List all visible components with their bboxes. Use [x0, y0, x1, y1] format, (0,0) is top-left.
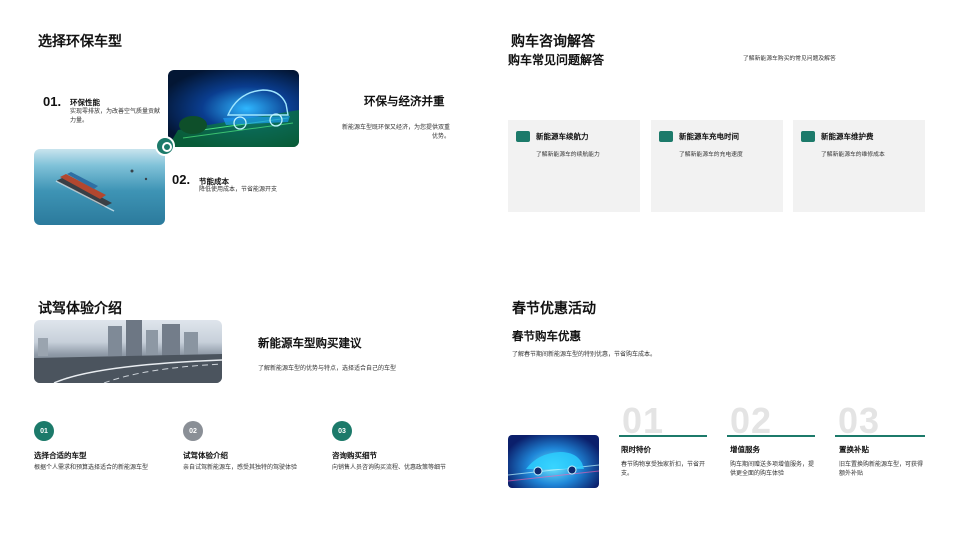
card-title: 新能源车充电时间	[679, 132, 739, 141]
item-number: 01.	[43, 94, 62, 109]
card-title: 新能源车续航力	[536, 132, 589, 141]
offer-divider	[619, 435, 707, 437]
step-desc: 亲自试驾新能源车，感受其独特的驾驶体验	[183, 465, 298, 471]
slide-eco-models: 选择环保车型 01. 环保性能 实现零排放，为改善空气质量贡献力量。 02. 节…	[0, 0, 480, 274]
slide-spring-festival: 春节优惠活动 春节购车优惠 了解春节期间新能源车型的特别优惠，节省购车成本。 0…	[480, 274, 960, 548]
promo-heading: 春节购车优惠	[512, 331, 581, 343]
promo-desc: 了解春节期间新能源车型的特别优惠，节省购车成本。	[512, 352, 657, 358]
offer-title: 限时特价	[621, 445, 651, 454]
step-title: 选择合适的车型	[34, 451, 87, 460]
slide-title: 购车咨询解答	[511, 33, 595, 49]
step-number: 02	[183, 421, 203, 441]
right-heading: 环保与经济并重	[364, 96, 445, 108]
electric-car-image	[168, 70, 299, 147]
slide-test-drive: 试驾体验介绍 新能源车型购买建议 了解新能源车型的优势与特点，选择适合自己的车型…	[0, 274, 480, 548]
city-road-image	[34, 320, 222, 383]
cargo-ship-image	[34, 149, 165, 225]
advice-desc: 了解新能源车型的优势与特点，选择适合自己的车型	[258, 366, 397, 372]
item-number: 02.	[172, 172, 191, 187]
location-pin-icon	[155, 136, 175, 156]
item-title: 环保性能	[70, 98, 100, 107]
step-desc: 向销售人员咨询购买流程、优惠政策等细节	[332, 465, 447, 471]
slide-title: 试驾体验介绍	[38, 300, 122, 316]
offer-desc: 春节购物享受独家折扣，节省开支。	[621, 462, 706, 477]
step-number: 01	[34, 421, 54, 441]
offer-title: 增值服务	[730, 445, 760, 454]
faq-card[interactable]: 新能源车维护费 了解新能源车的维修成本	[793, 120, 925, 212]
faq-card[interactable]: 新能源车续航力 了解新能源车的续航能力	[508, 120, 640, 212]
chat-icon	[801, 131, 815, 142]
sofa-icon	[659, 131, 673, 142]
card-desc: 了解新能源车的续航能力	[536, 152, 600, 158]
offer-divider	[835, 435, 925, 437]
neon-car-image	[508, 435, 599, 488]
faq-card[interactable]: 新能源车充电时间 了解新能源车的充电速度	[651, 120, 783, 212]
step-desc: 根据个人需求和预算选择适合的新能源车型	[34, 465, 149, 471]
section-desc: 了解新能源车购买的常见问题及解答	[743, 56, 836, 62]
slide-title: 春节优惠活动	[512, 300, 596, 316]
slide-purchase-faq: 购车咨询解答 购车常见问题解答 了解新能源车购买的常见问题及解答 新能源车续航力…	[480, 0, 960, 274]
offer-desc: 购车期间赠送多项增值服务，提供更全面的购车体验	[730, 462, 815, 477]
card-desc: 了解新能源车的维修成本	[821, 152, 885, 158]
briefcase-icon	[516, 131, 530, 142]
item-desc: 降低使用成本，节省能源开支	[199, 187, 278, 193]
section-subtitle: 购车常见问题解答	[508, 53, 605, 67]
advice-heading: 新能源车型购买建议	[258, 338, 362, 350]
offer-title: 置换补贴	[839, 445, 869, 454]
step-number: 03	[332, 421, 352, 441]
slide-title: 选择环保车型	[38, 33, 122, 49]
card-desc: 了解新能源车的充电速度	[679, 152, 743, 158]
item-desc: 实现零排放，为改善空气质量贡献力量。	[70, 109, 161, 124]
step-title: 试驾体验介绍	[183, 451, 228, 460]
right-desc: 新能源车型既环保又经济，为您提供双重优势。	[341, 125, 450, 140]
card-title: 新能源车维护费	[821, 132, 874, 141]
step-title: 咨询购买细节	[332, 451, 377, 460]
offer-divider	[727, 435, 815, 437]
offer-desc: 旧车置换购新能源车型，可获得额外补贴	[839, 462, 924, 477]
